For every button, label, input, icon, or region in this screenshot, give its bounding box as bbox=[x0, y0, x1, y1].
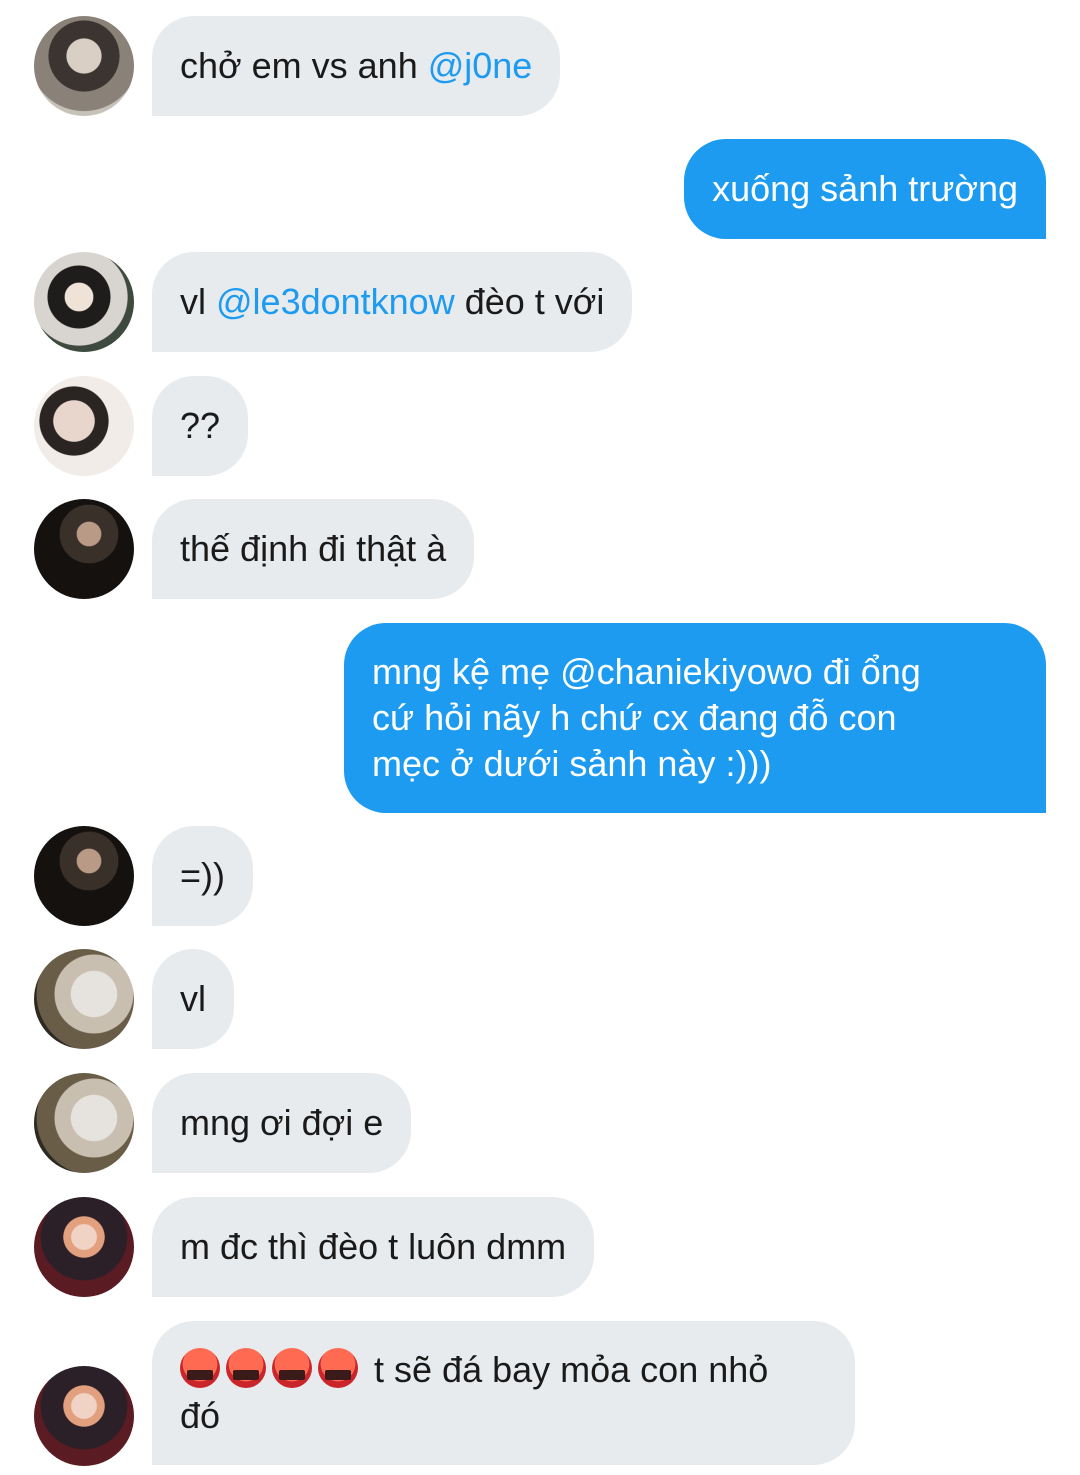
mention-link[interactable]: @j0ne bbox=[428, 45, 533, 86]
avatar[interactable] bbox=[34, 826, 134, 926]
avatar[interactable] bbox=[34, 1197, 134, 1297]
message-text: xuống sảnh trường bbox=[712, 168, 1018, 209]
angry-cursing-face-icon bbox=[180, 1348, 220, 1388]
conversation-thread: chở em vs anh @j0ne xuống sảnh trường vl… bbox=[0, 0, 1080, 1475]
message-text: vl bbox=[180, 281, 216, 322]
incoming-message-bubble[interactable]: chở em vs anh @j0ne bbox=[152, 16, 561, 116]
outgoing-message-bubble[interactable]: xuống sảnh trường bbox=[684, 139, 1046, 239]
message-line: cứ hỏi nãy h chứ cx đang đỗ con bbox=[372, 697, 897, 738]
avatar[interactable] bbox=[34, 376, 134, 476]
avatar[interactable] bbox=[34, 16, 134, 116]
avatar[interactable] bbox=[34, 1366, 134, 1466]
message-text: mng ơi đợi e bbox=[180, 1102, 384, 1143]
message-text: thế định đi thật à bbox=[180, 528, 447, 569]
incoming-message-bubble[interactable]: thế định đi thật à bbox=[152, 499, 475, 599]
incoming-message-bubble[interactable]: ?? bbox=[152, 376, 249, 476]
message-text: m đc thì đèo t luôn dmm bbox=[180, 1226, 567, 1267]
avatar[interactable] bbox=[34, 252, 134, 352]
angry-cursing-face-icon bbox=[272, 1348, 312, 1388]
incoming-message-bubble[interactable]: t sẽ đá bay mỏa con nhỏ đó bbox=[152, 1321, 855, 1465]
angry-cursing-face-icon bbox=[318, 1348, 358, 1388]
message-text: chở em vs anh bbox=[180, 45, 428, 86]
incoming-message-bubble[interactable]: vl @le3dontknow đèo t với bbox=[152, 252, 633, 352]
avatar[interactable] bbox=[34, 949, 134, 1049]
mention-link[interactable]: @le3dontknow bbox=[216, 281, 455, 322]
incoming-message-bubble[interactable]: vl bbox=[152, 949, 234, 1049]
angry-cursing-face-icon bbox=[226, 1348, 266, 1388]
message-line: mẹc ở dưới sảnh này :))) bbox=[372, 743, 772, 784]
avatar[interactable] bbox=[34, 499, 134, 599]
incoming-message-bubble[interactable]: =)) bbox=[152, 826, 253, 926]
message-text: =)) bbox=[180, 855, 225, 896]
incoming-message-bubble[interactable]: m đc thì đèo t luôn dmm bbox=[152, 1197, 595, 1297]
message-text: đèo t với bbox=[454, 281, 605, 322]
message-text: ?? bbox=[180, 405, 221, 446]
avatar[interactable] bbox=[34, 1073, 134, 1173]
message-text: t sẽ đá bay mỏa con nhỏ bbox=[374, 1349, 769, 1390]
message-line: mng kệ mẹ @chaniekiyowo đi ổng bbox=[372, 651, 921, 692]
outgoing-message-bubble[interactable]: mng kệ mẹ @chaniekiyowo đi ổng cứ hỏi nã… bbox=[344, 623, 1046, 813]
message-text: vl bbox=[180, 978, 206, 1019]
message-text: đó bbox=[180, 1395, 221, 1436]
incoming-message-bubble[interactable]: mng ơi đợi e bbox=[152, 1073, 412, 1173]
